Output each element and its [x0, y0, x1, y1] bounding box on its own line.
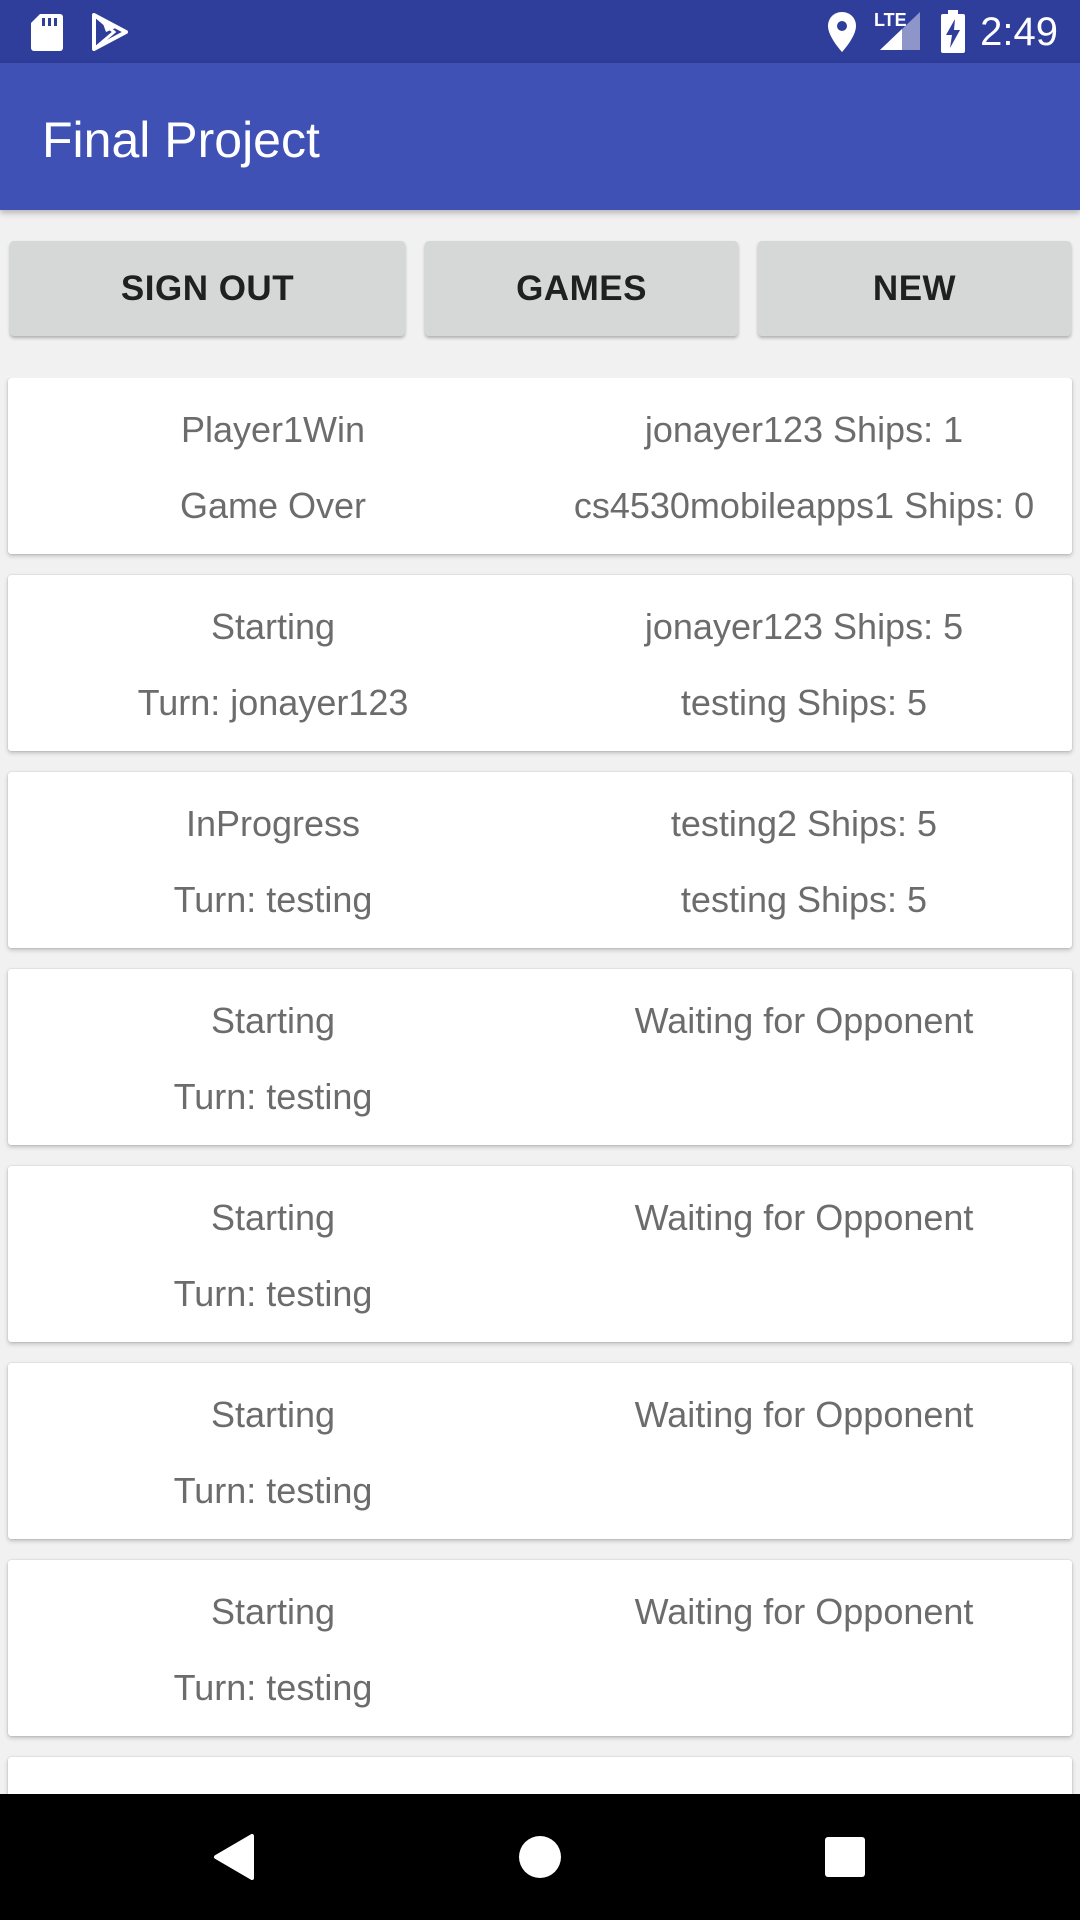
- player1-ships: Waiting for Opponent: [634, 1591, 974, 1632]
- new-game-button[interactable]: NEW: [758, 241, 1071, 336]
- sd-card-icon: [31, 14, 63, 51]
- player1-ships: jonayer123 Ships: 1: [644, 409, 964, 450]
- game-detail: Turn: testing: [173, 879, 373, 920]
- game-detail: Turn: testing: [173, 1667, 373, 1708]
- player1-ships: Waiting for Opponent: [634, 1000, 974, 1041]
- game-status: Starting: [210, 1000, 336, 1041]
- game-detail: Turn: jonayer123: [137, 682, 409, 723]
- game-status: Starting: [210, 606, 336, 647]
- game-card[interactable]: Starting Turn: testing Waiting for Oppon…: [8, 969, 1072, 1145]
- games-button[interactable]: GAMES: [425, 241, 738, 336]
- player1-ships: Waiting for Opponent: [634, 1394, 974, 1435]
- game-card[interactable]: Starting Turn: jonayer123 jonayer123 Shi…: [8, 575, 1072, 751]
- status-time: 2:49: [980, 10, 1058, 54]
- game-status: Starting: [210, 1394, 336, 1435]
- navigation-bar: [0, 1794, 1080, 1920]
- home-icon[interactable]: [507, 1824, 573, 1890]
- game-status: Starting: [210, 1197, 336, 1238]
- recents-icon[interactable]: [812, 1824, 878, 1890]
- app-bar: Final Project: [0, 63, 1080, 210]
- app-title: Final Project: [42, 112, 320, 168]
- back-icon[interactable]: [202, 1824, 268, 1890]
- battery-charging-icon: [941, 10, 965, 53]
- game-card[interactable]: Starting Turn: testing Waiting for Oppon…: [8, 1363, 1072, 1539]
- player2-ships: cs4530mobileapps1 Ships: 0: [573, 485, 1035, 526]
- status-bar: LTE 2:49: [0, 0, 1080, 63]
- sign-out-button[interactable]: SIGN OUT: [10, 241, 405, 336]
- game-card[interactable]: InProgress Turn: testing testing2 Ships:…: [8, 772, 1072, 948]
- signal-icon: [880, 12, 920, 50]
- location-icon: [828, 12, 856, 52]
- player2-ships: testing Ships: 5: [680, 879, 928, 920]
- game-card[interactable]: [8, 1757, 1072, 1794]
- game-card[interactable]: Starting Turn: testing Waiting for Oppon…: [8, 1560, 1072, 1736]
- game-status: Starting: [210, 1591, 336, 1632]
- player1-ships: testing2 Ships: 5: [670, 803, 938, 844]
- game-detail: Turn: testing: [173, 1076, 373, 1117]
- player1-ships: Waiting for Opponent: [634, 1197, 974, 1238]
- player2-ships: testing Ships: 5: [680, 682, 928, 723]
- game-status: Player1Win: [180, 409, 366, 450]
- game-detail: Turn: testing: [173, 1470, 373, 1511]
- game-detail: Turn: testing: [173, 1273, 373, 1314]
- game-status: InProgress: [185, 803, 361, 844]
- play-store-icon: [92, 13, 128, 51]
- game-card[interactable]: Starting Turn: testing Waiting for Oppon…: [8, 1166, 1072, 1342]
- player1-ships: jonayer123 Ships: 5: [644, 606, 964, 647]
- game-card[interactable]: Player1Win Game Over jonayer123 Ships: 1…: [8, 378, 1072, 554]
- games-list[interactable]: Player1Win Game Over jonayer123 Ships: 1…: [0, 378, 1080, 1794]
- game-detail: Game Over: [179, 485, 367, 526]
